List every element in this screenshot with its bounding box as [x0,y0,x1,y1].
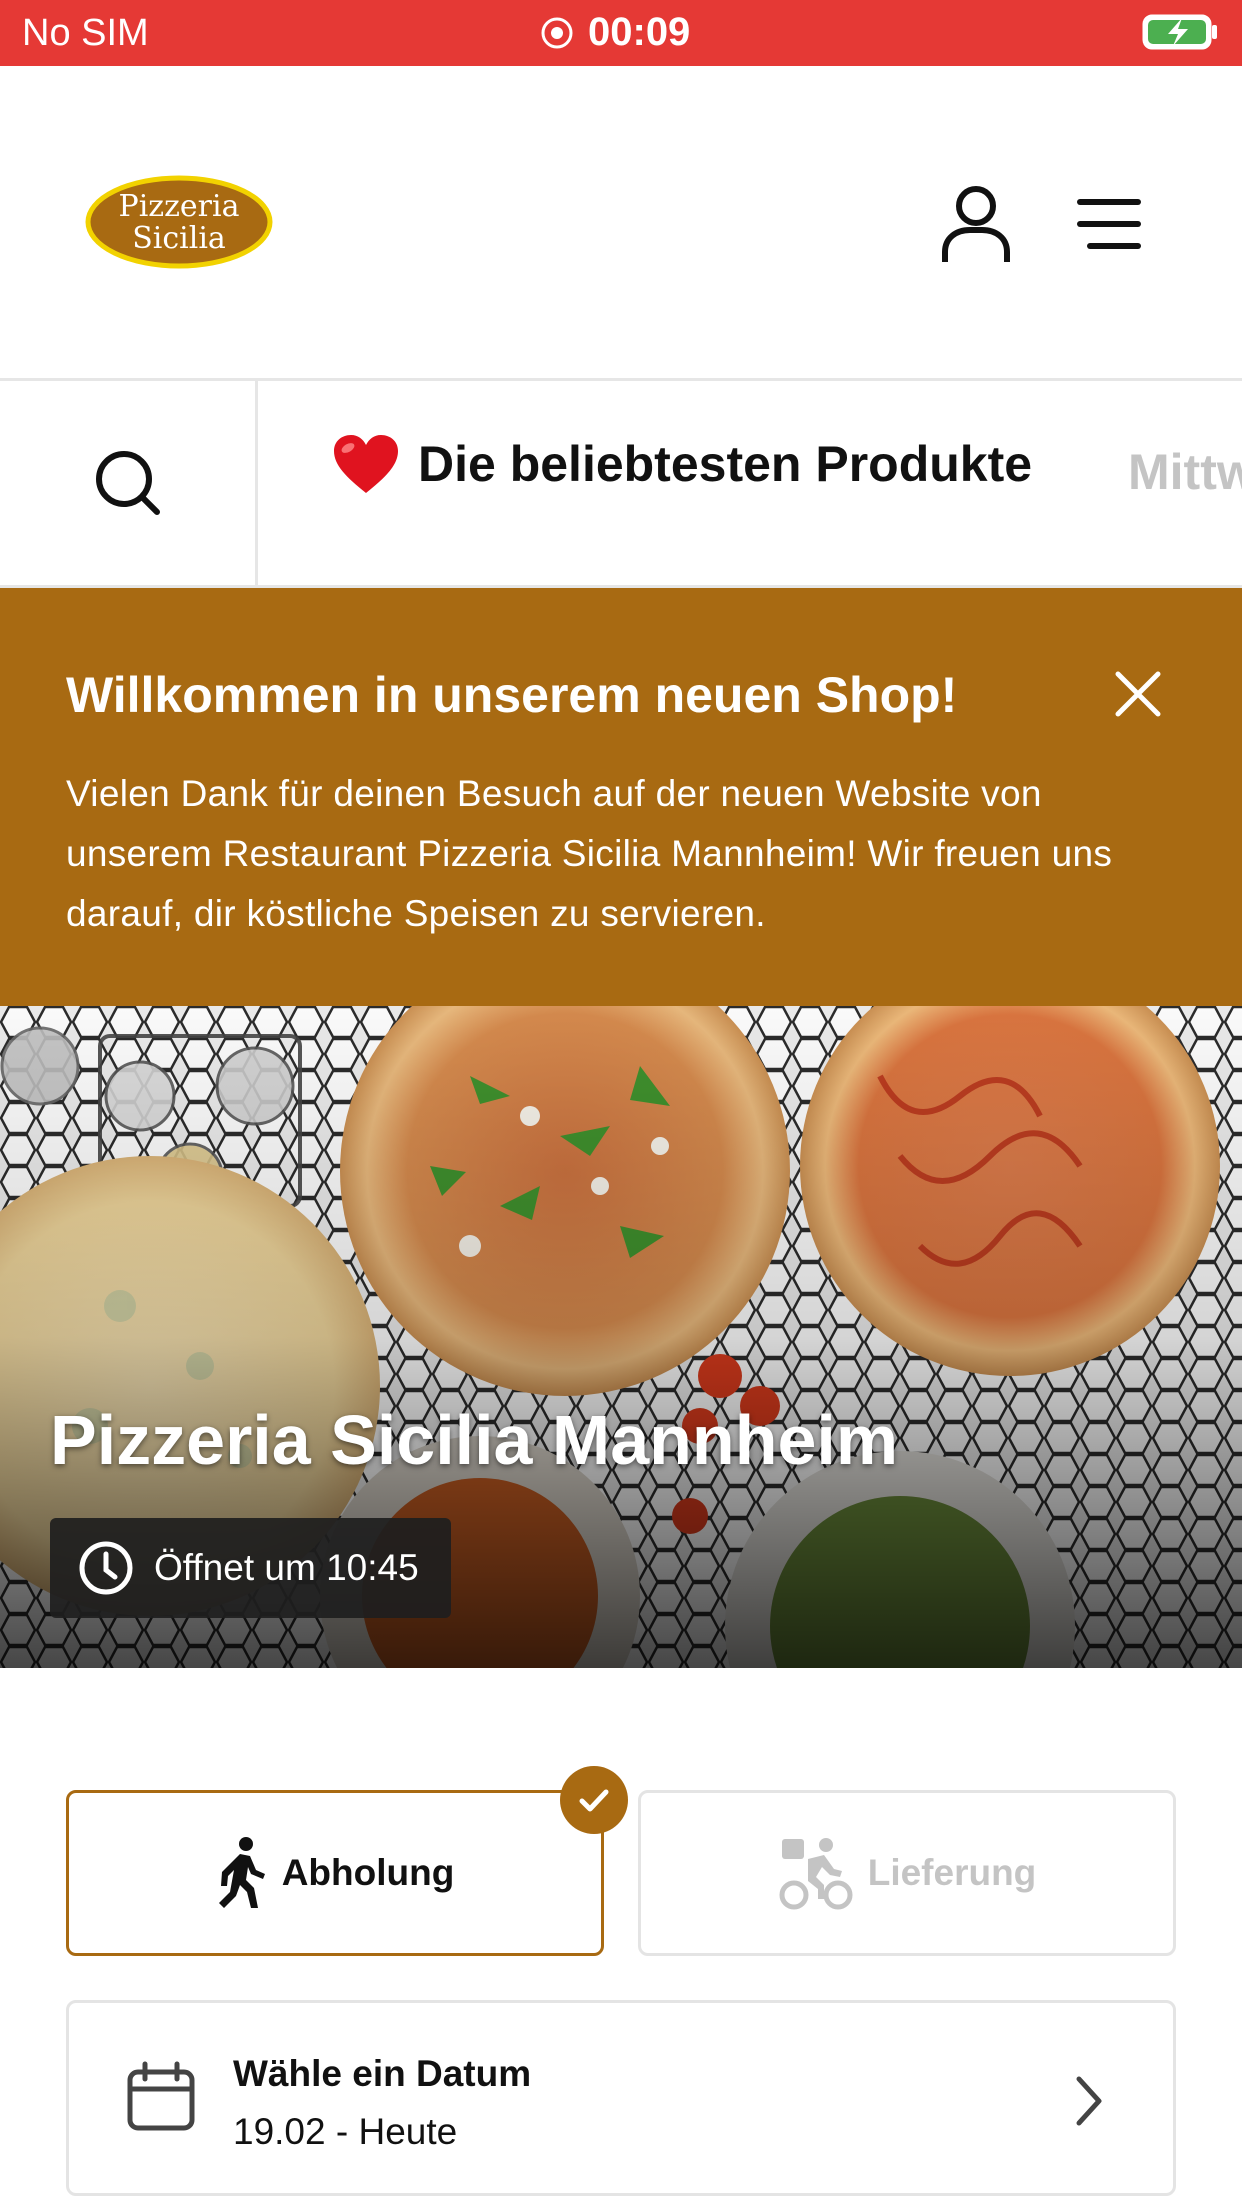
banner-text: Vielen Dank für deinen Besuch auf der ne… [66,773,1113,934]
opening-hours-text: Öffnet um 10:45 [154,1547,419,1588]
pizzeria-sicilia-logo[interactable]: Pizzeria Sicilia [84,174,274,270]
logo-text-line2: Sicilia [132,221,226,256]
category-nav: Die beliebtesten Produkte Mittw [0,378,1242,588]
pickup-button[interactable]: Abholung [66,1790,604,1956]
restaurant-name: Pizzeria Sicilia Mannheim [50,1401,899,1479]
clock-icon [79,1541,133,1595]
calendar-icon [127,2061,195,2131]
time-label: 00:09 [588,10,691,54]
carrier-label: No SIM [22,12,149,54]
category-tab-popular[interactable]: Die beliebtesten Produkte [332,433,1032,495]
search-icon [95,451,160,515]
selected-check-badge [560,1766,628,1834]
category-tab-next[interactable]: Mittw [1128,443,1242,501]
hero-image: Pizzeria Sicilia Mannheim Öffnet um 10:4… [0,1006,1242,1668]
opening-hours-badge: Öffnet um 10:45 [50,1518,451,1618]
screen-recording-icon [541,17,573,48]
pickup-label: Abholung [281,1852,455,1893]
category-tab-popular-label: Die beliebtesten Produkte [418,436,1033,492]
date-label: Wähle ein Datum [233,2053,532,2094]
close-icon[interactable] [1112,668,1164,720]
user-icon[interactable] [940,184,1012,264]
hamburger-menu-icon[interactable] [1076,196,1142,252]
logo-text-line1: Pizzeria [119,189,240,224]
check-icon [579,1789,609,1812]
chevron-right-icon [1076,2076,1102,2126]
date-picker[interactable]: Wähle ein Datum 19.02 - Heute [66,2000,1176,2196]
delivery-label: Lieferung [867,1852,1037,1893]
banner-title: Willkommen in unserem neuen Shop! [66,667,958,723]
battery-charging-icon [1142,14,1217,50]
bicycle-courier-icon [779,1838,853,1910]
walking-person-icon [218,1837,265,1908]
date-value: 19.02 - Heute [233,2111,458,2152]
welcome-banner: Willkommen in unserem neuen Shop! Vielen… [0,588,1242,1006]
heart-icon [334,435,398,493]
site-header: Pizzeria Sicilia [0,66,1242,378]
status-time: 00:09 [540,10,690,55]
delivery-button[interactable]: Lieferung [638,1790,1176,1956]
status-bar: No SIM 00:09 [0,0,1242,66]
search-button[interactable] [0,381,258,585]
